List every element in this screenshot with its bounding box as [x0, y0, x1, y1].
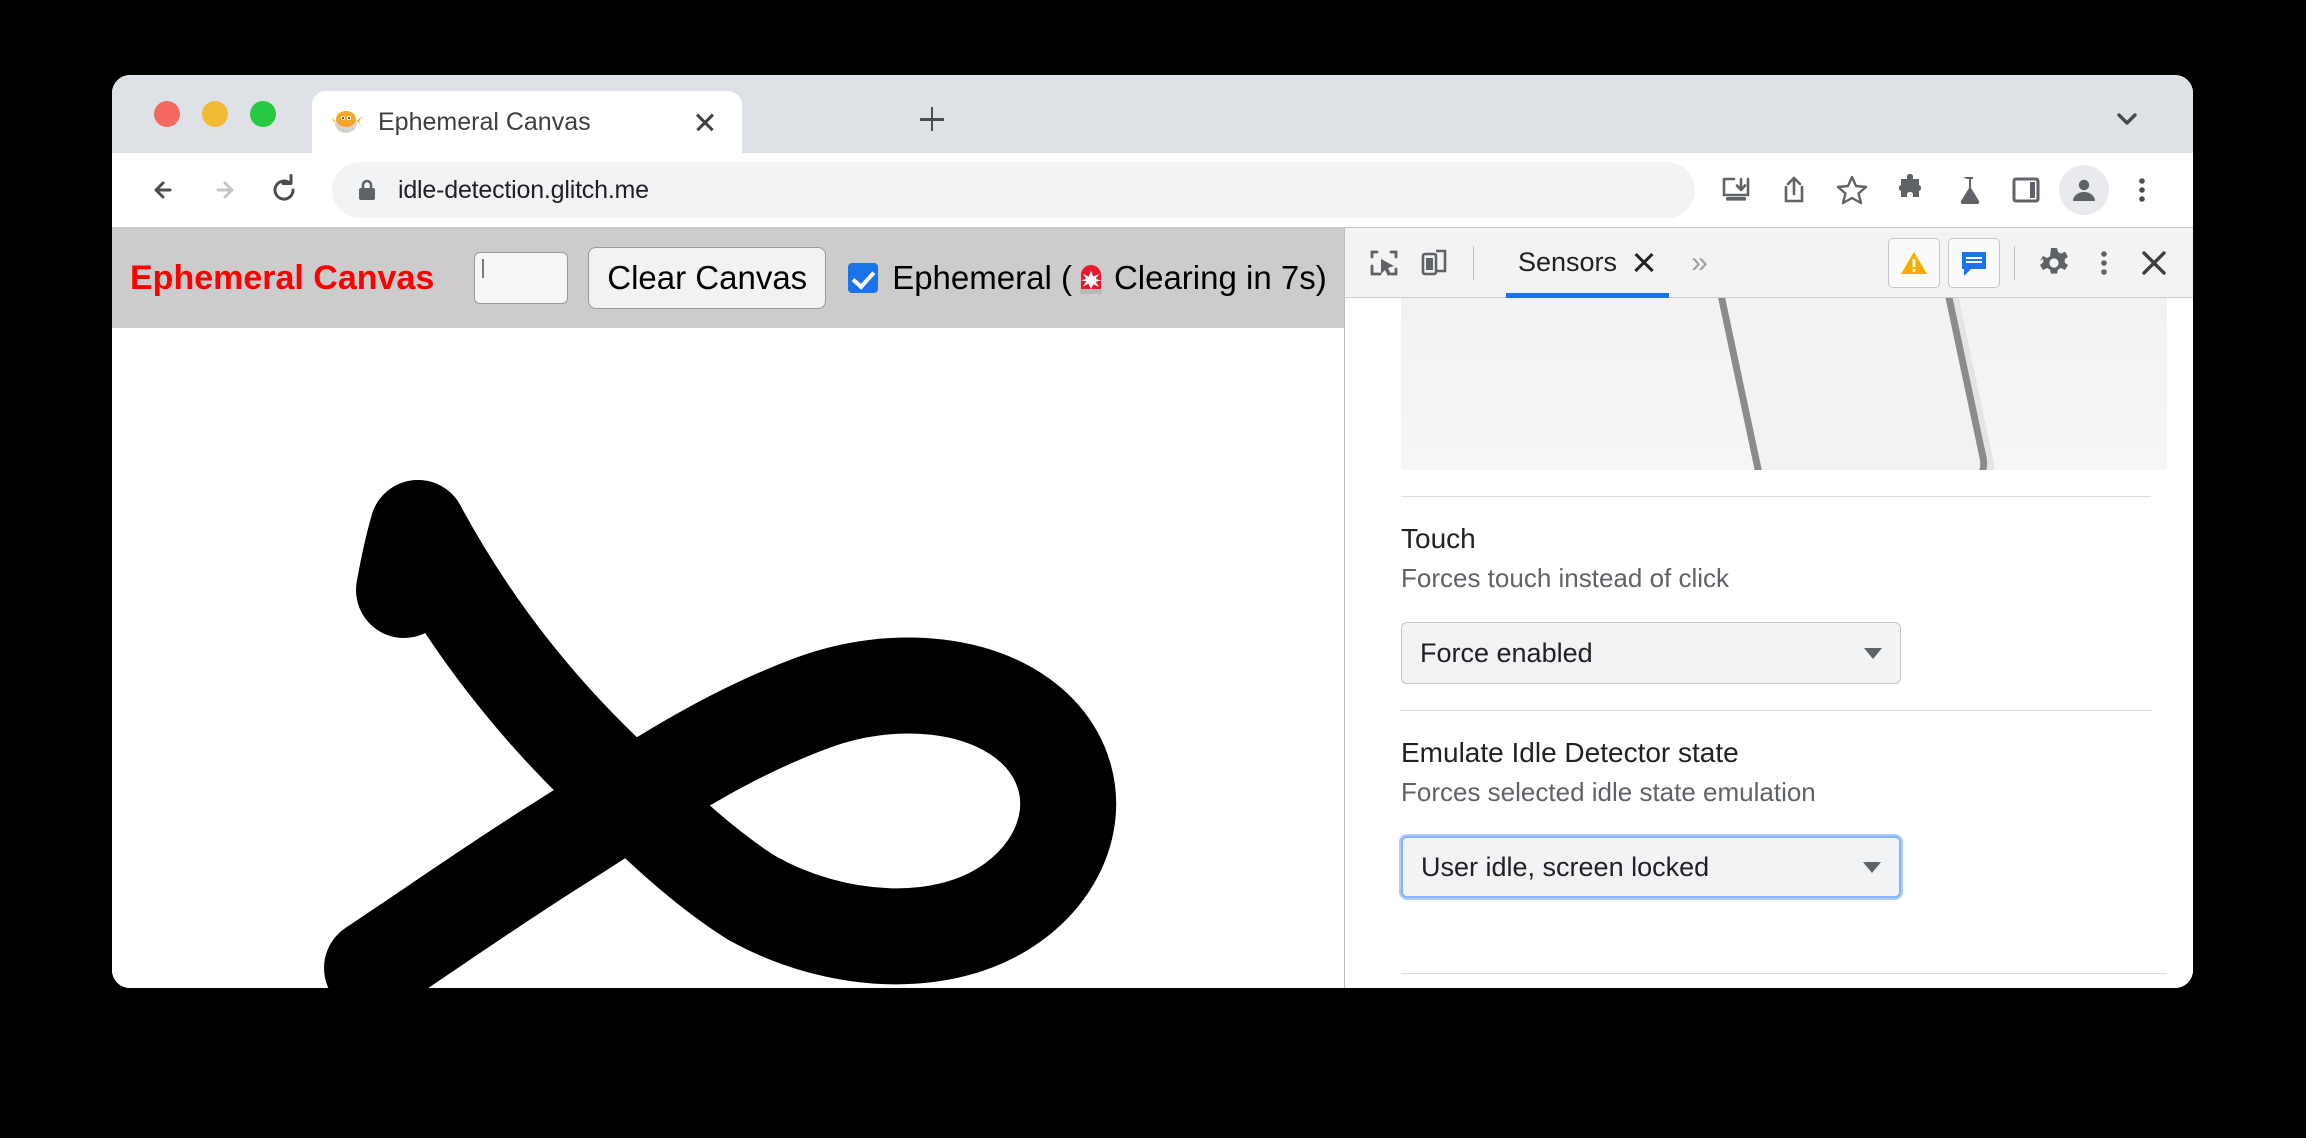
console-message-icon[interactable] — [1948, 237, 2000, 288]
chevron-down-icon — [1864, 647, 1882, 659]
extensions-puzzle-icon[interactable] — [1885, 165, 1935, 215]
page-title: Ephemeral Canvas — [130, 258, 435, 297]
url-input[interactable]: idle-detection.glitch.me — [332, 162, 1695, 218]
address-bar: idle-detection.glitch.me — [112, 153, 2193, 227]
devtools-menu-icon[interactable] — [2079, 240, 2129, 286]
device-toolbar-icon[interactable] — [1409, 240, 1459, 286]
drawing-canvas[interactable] — [112, 328, 1344, 988]
url-text: idle-detection.glitch.me — [398, 175, 649, 204]
share-icon[interactable] — [1769, 165, 1819, 215]
phone-model — [1700, 298, 1992, 470]
reload-icon[interactable] — [258, 164, 310, 216]
page-toolbar: Ephemeral Canvas Clear Canvas Ephemeral … — [112, 228, 1344, 328]
touch-select[interactable]: Force enabled — [1401, 622, 1901, 684]
browser-tab[interactable]: Ephemeral Canvas — [312, 91, 742, 153]
clear-canvas-button[interactable]: Clear Canvas — [588, 247, 827, 309]
section-idle-detector: Emulate Idle Detector state Forces selec… — [1345, 711, 2193, 898]
minimize-window-button[interactable] — [202, 101, 228, 127]
warning-triangle-icon[interactable] — [1888, 237, 1940, 288]
devtools-toolbar-right — [1880, 237, 2179, 288]
idle-state-select-value: User idle, screen locked — [1421, 851, 1710, 882]
tab-sensors-label: Sensors — [1518, 247, 1618, 277]
chevron-down-icon[interactable] — [2107, 99, 2147, 139]
ephemeral-text-after: Clearing in 7s) — [1113, 259, 1327, 296]
section-touch: Touch Forces touch instead of click Forc… — [1345, 497, 2193, 684]
toolbar-divider-2 — [2014, 245, 2015, 280]
idle-state-select[interactable]: User idle, screen locked — [1401, 836, 1901, 898]
browser-window: Ephemeral Canvas idle-detection.glitch.m… — [112, 75, 2193, 988]
device-orientation-3d-preview[interactable] — [1401, 298, 2167, 470]
blowfish-favicon — [331, 107, 362, 137]
chevron-down-icon — [1863, 861, 1881, 873]
page-viewport: Ephemeral Canvas Clear Canvas Ephemeral … — [112, 228, 1345, 988]
side-panel-icon[interactable] — [2001, 165, 2051, 215]
forward-arrow-icon[interactable] — [198, 164, 250, 216]
lock-icon — [356, 177, 378, 203]
devtools-close-icon[interactable] — [2129, 240, 2179, 286]
profile-avatar[interactable] — [2059, 165, 2109, 215]
section-divider-3 — [1401, 973, 2167, 974]
gear-icon[interactable] — [2029, 240, 2079, 286]
flask-icon[interactable] — [1943, 165, 1993, 215]
toolbar-divider — [1473, 245, 1474, 280]
devtools-panel: Sensors » Touch Forces touch instead of … — [1345, 228, 2193, 988]
window-traffic-lights — [154, 101, 276, 127]
ephemeral-checkbox[interactable] — [848, 263, 879, 293]
new-tab-button[interactable] — [912, 99, 952, 139]
bookmark-star-icon[interactable] — [1827, 165, 1877, 215]
install-icon[interactable] — [1711, 165, 1761, 215]
color-picker-input[interactable] — [474, 252, 569, 304]
sensors-content: Touch Forces touch instead of click Forc… — [1345, 298, 2193, 988]
tab-sensors-close-icon[interactable] — [1631, 250, 1657, 276]
ephemeral-text-before: Ephemeral ( — [892, 259, 1072, 296]
touch-select-value: Force enabled — [1420, 637, 1593, 668]
color-swatch — [482, 259, 485, 278]
touch-subtitle: Forces touch instead of click — [1401, 563, 1730, 593]
ephemeral-toggle-label[interactable]: Ephemeral ( Clearing in 7s) — [848, 259, 1327, 297]
tab-title: Ephemeral Canvas — [378, 107, 591, 136]
touch-title: Touch — [1401, 523, 1476, 554]
tab-close-icon[interactable] — [688, 105, 722, 139]
tab-sensors[interactable]: Sensors — [1498, 228, 1677, 298]
more-tabs-icon[interactable]: » — [1677, 246, 1720, 280]
close-window-button[interactable] — [154, 101, 180, 127]
idle-title: Emulate Idle Detector state — [1401, 737, 1739, 768]
tab-strip: Ephemeral Canvas — [112, 75, 2193, 153]
omnibar-actions — [1711, 165, 2167, 215]
inspect-element-icon[interactable] — [1359, 240, 1409, 286]
back-arrow-icon[interactable] — [138, 164, 190, 216]
idle-subtitle: Forces selected idle state emulation — [1401, 777, 1816, 807]
devtools-toolbar: Sensors » — [1345, 228, 2193, 298]
browser-content: Ephemeral Canvas Clear Canvas Ephemeral … — [112, 227, 2193, 988]
maximize-window-button[interactable] — [250, 101, 276, 127]
rotating-light-icon — [1076, 261, 1106, 295]
browser-menu-icon[interactable] — [2117, 165, 2167, 215]
